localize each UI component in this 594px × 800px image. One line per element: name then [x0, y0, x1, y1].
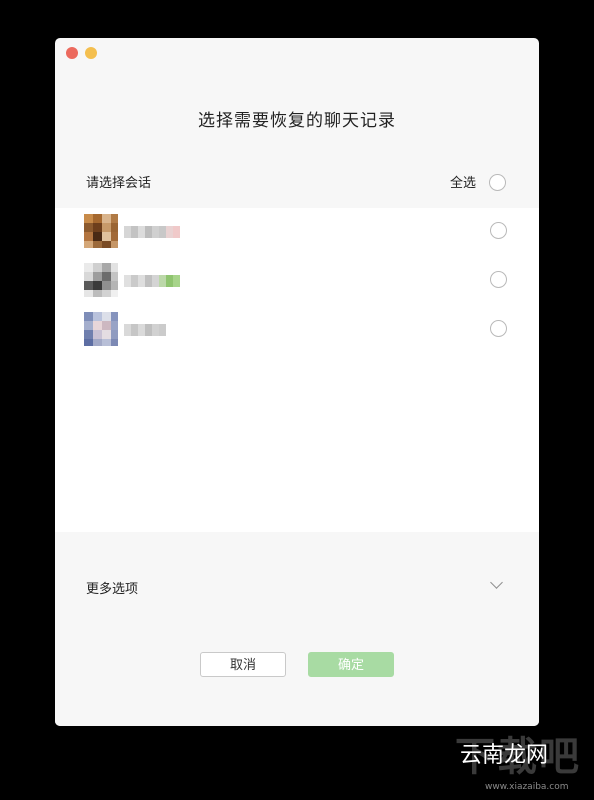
conversation-row[interactable] [55, 306, 539, 355]
avatar-pixel [102, 321, 111, 330]
avatar-pixel [93, 232, 102, 241]
avatar-pixel [102, 272, 111, 281]
nickname-pixel [145, 226, 152, 238]
avatar-pixel [111, 232, 118, 241]
conversation-radio[interactable] [490, 320, 507, 337]
nickname-pixel [138, 226, 145, 238]
conversation-row[interactable] [55, 208, 539, 257]
dialog-footer: 更多选项 取消 确定 [55, 532, 539, 726]
watermark-site: 云南龙网 [460, 743, 549, 768]
nickname-pixel [152, 324, 159, 336]
avatar-pixel [84, 290, 93, 297]
confirm-button[interactable]: 确定 [308, 652, 394, 677]
avatar-pixel [111, 223, 118, 232]
cancel-button[interactable]: 取消 [200, 652, 286, 677]
nickname-redacted [124, 275, 180, 287]
avatar-pixel [84, 241, 93, 248]
conversation-select-header: 请选择会话 全选 [55, 174, 539, 208]
avatar-pixel [102, 290, 111, 297]
avatar [84, 214, 118, 248]
avatar-pixel [93, 241, 102, 248]
avatar-pixel [111, 214, 118, 223]
avatar-pixel [102, 223, 111, 232]
chevron-down-icon[interactable] [490, 576, 503, 589]
avatar-pixel [84, 214, 93, 223]
window-minimize-button[interactable] [85, 47, 97, 59]
avatar-pixel [111, 241, 118, 248]
avatar-pixel [93, 281, 102, 290]
avatar-pixel [93, 330, 102, 339]
nickname-pixel [131, 226, 138, 238]
nickname-pixel [173, 275, 180, 287]
avatar-pixel [84, 312, 93, 321]
nickname-pixel [138, 275, 145, 287]
avatar-pixel [93, 272, 102, 281]
avatar-pixel [84, 339, 93, 346]
avatar-pixel [84, 263, 93, 272]
nickname-redacted [124, 324, 166, 336]
avatar-pixel [111, 330, 118, 339]
avatar-pixel [93, 223, 102, 232]
avatar-pixel [93, 321, 102, 330]
nickname-pixel [138, 324, 145, 336]
nickname-pixel [159, 226, 166, 238]
nickname-pixel [173, 226, 180, 238]
nickname-pixel [145, 324, 152, 336]
avatar-pixel [111, 321, 118, 330]
avatar-pixel [93, 214, 102, 223]
avatar-pixel [84, 223, 93, 232]
avatar-pixel [102, 263, 111, 272]
avatar-pixel [84, 281, 93, 290]
avatar-pixel [84, 330, 93, 339]
avatar [84, 312, 118, 346]
more-options-label[interactable]: 更多选项 [86, 578, 138, 597]
nickname-pixel [152, 226, 159, 238]
watermark-url: www.xiazaiba.com [485, 782, 569, 792]
nickname-pixel [159, 324, 166, 336]
select-all-label[interactable]: 全选 [450, 174, 476, 194]
watermark-logo: 下载吧 云南龙网 www.xiazaiba.com [455, 735, 590, 795]
avatar-pixel [84, 232, 93, 241]
avatar-pixel [102, 232, 111, 241]
dialog-title: 选择需要恢复的聊天记录 [198, 111, 396, 131]
avatar-pixel [93, 312, 102, 321]
avatar-pixel [111, 312, 118, 321]
nickname-redacted [124, 226, 180, 238]
conversation-list [55, 208, 539, 532]
avatar-pixel [93, 263, 102, 272]
avatar-pixel [84, 272, 93, 281]
conversation-row[interactable] [55, 257, 539, 306]
avatar-pixel [111, 339, 118, 346]
avatar-pixel [102, 312, 111, 321]
avatar-pixel [102, 241, 111, 248]
avatar-pixel [102, 339, 111, 346]
nickname-pixel [159, 275, 166, 287]
select-all-radio[interactable] [489, 174, 506, 191]
avatar-pixel [102, 281, 111, 290]
avatar-pixel [111, 272, 118, 281]
nickname-pixel [131, 275, 138, 287]
conversation-radio[interactable] [490, 222, 507, 239]
nickname-pixel [152, 275, 159, 287]
avatar-pixel [84, 321, 93, 330]
nickname-pixel [124, 324, 131, 336]
select-conversation-label: 请选择会话 [86, 176, 152, 191]
nickname-pixel [166, 275, 173, 287]
nickname-pixel [166, 226, 173, 238]
avatar-pixel [93, 339, 102, 346]
restore-chat-dialog: 选择需要恢复的聊天记录 请选择会话 全选 更多选项 取消 确定 [55, 38, 539, 726]
avatar [84, 263, 118, 297]
nickname-pixel [124, 226, 131, 238]
avatar-pixel [111, 263, 118, 272]
avatar-pixel [111, 281, 118, 290]
avatar-pixel [93, 290, 102, 297]
nickname-pixel [145, 275, 152, 287]
avatar-pixel [102, 330, 111, 339]
avatar-pixel [102, 214, 111, 223]
avatar-pixel [111, 290, 118, 297]
conversation-radio[interactable] [490, 271, 507, 288]
nickname-pixel [131, 324, 138, 336]
nickname-pixel [124, 275, 131, 287]
window-close-button[interactable] [66, 47, 78, 59]
